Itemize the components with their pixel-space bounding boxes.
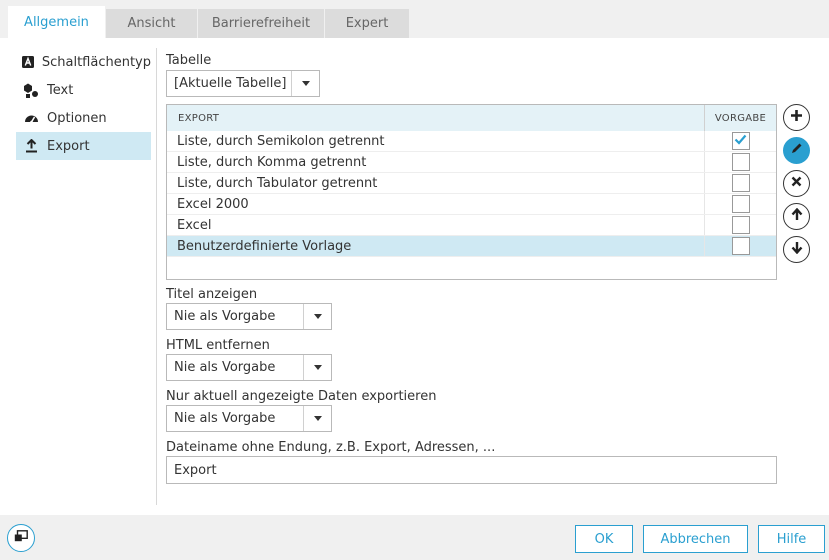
- only-shown-value: Nie als Vorgabe: [174, 411, 276, 426]
- window-icon: [14, 530, 28, 546]
- sidebar-item-label: Export: [47, 138, 90, 154]
- default-cell: [704, 194, 776, 214]
- only-shown-select[interactable]: Nie als Vorgabe: [166, 405, 332, 432]
- tab-allgemein[interactable]: Allgemein: [8, 6, 105, 38]
- default-checkbox[interactable]: [731, 195, 750, 213]
- chevron-down-icon: [303, 355, 331, 380]
- move-down-button[interactable]: [783, 236, 810, 263]
- default-cell: [704, 215, 776, 235]
- add-button[interactable]: [783, 104, 810, 131]
- sidebar-divider: [156, 48, 157, 505]
- chevron-down-icon: [291, 71, 319, 96]
- sidebar-item-text[interactable]: Text: [16, 76, 151, 104]
- default-cell: [704, 131, 776, 151]
- table-row[interactable]: Benutzerdefinierte Vorlage: [167, 236, 776, 257]
- move-up-button[interactable]: [783, 203, 810, 230]
- table-row[interactable]: Liste, durch Tabulator getrennt: [167, 173, 776, 194]
- checkmark-icon: [734, 134, 747, 149]
- shapes-icon: [22, 81, 40, 99]
- chevron-down-icon: [303, 406, 331, 431]
- table-row[interactable]: Excel 2000: [167, 194, 776, 215]
- remove-html-value: Nie als Vorgabe: [174, 360, 276, 375]
- table-select-value: [Aktuelle Tabelle]: [174, 76, 287, 91]
- ok-button[interactable]: OK: [575, 525, 633, 553]
- delete-icon: [791, 176, 802, 191]
- table-row[interactable]: Liste, durch Komma getrennt: [167, 152, 776, 173]
- arrow-down-icon: [791, 241, 803, 258]
- arrow-up-icon: [791, 207, 803, 225]
- export-format-label: Liste, durch Semikolon getrennt: [177, 133, 385, 149]
- default-cell: [704, 152, 776, 172]
- sidebar: Schaltflächentyp Text Optionen Export: [16, 48, 151, 160]
- export-format-label: Excel: [177, 217, 212, 233]
- default-cell: [704, 173, 776, 193]
- edit-icon: [790, 142, 803, 159]
- window-toggle-button[interactable]: [7, 524, 35, 552]
- add-icon: [790, 109, 803, 126]
- sidebar-item-schaltflaechentyp[interactable]: Schaltflächentyp: [16, 48, 151, 76]
- delete-button[interactable]: [783, 170, 810, 197]
- sidebar-item-label: Text: [47, 82, 74, 98]
- tab-bar: Allgemein Ansicht Barrierefreiheit Exper…: [0, 0, 829, 38]
- edit-button[interactable]: [783, 137, 810, 164]
- export-format-label: Benutzerdefinierte Vorlage: [177, 238, 352, 254]
- table-row[interactable]: Excel: [167, 215, 776, 236]
- default-checkbox[interactable]: [731, 237, 750, 255]
- only-shown-label: Nur aktuell angezeigte Daten exportieren: [166, 389, 437, 404]
- default-checkbox[interactable]: [731, 174, 750, 192]
- export-format-label: Excel 2000: [177, 196, 249, 212]
- grid-header: EXPORT VORGABE: [167, 105, 776, 131]
- column-header-export[interactable]: EXPORT: [167, 113, 704, 124]
- column-header-vorgabe[interactable]: VORGABE: [704, 105, 776, 131]
- tab-ansicht[interactable]: Ansicht: [106, 9, 197, 38]
- table-label: Tabelle: [166, 53, 212, 68]
- sidebar-item-export[interactable]: Export: [16, 132, 151, 160]
- help-button[interactable]: Hilfe: [758, 525, 825, 553]
- sidebar-item-label: Optionen: [47, 110, 107, 126]
- export-grid: EXPORT VORGABE Liste, durch Semikolon ge…: [166, 104, 777, 280]
- show-title-select[interactable]: Nie als Vorgabe: [166, 303, 332, 330]
- chevron-down-icon: [303, 304, 331, 329]
- tab-barrierefreiheit[interactable]: Barrierefreiheit: [198, 9, 324, 38]
- default-cell: [704, 236, 776, 256]
- table-row[interactable]: Liste, durch Semikolon getrennt: [167, 131, 776, 152]
- default-checkbox[interactable]: [731, 153, 750, 171]
- remove-html-label: HTML entfernen: [166, 338, 270, 353]
- upload-icon: [22, 137, 40, 155]
- sidebar-item-optionen[interactable]: Optionen: [16, 104, 151, 132]
- sidebar-item-label: Schaltflächentyp: [41, 54, 151, 70]
- filename-label: Dateiname ohne Endung, z.B. Export, Adre…: [166, 440, 496, 455]
- grid-body: Liste, durch Semikolon getrennt Liste, du…: [167, 131, 776, 257]
- default-checkbox[interactable]: [731, 216, 750, 234]
- gauge-icon: [22, 109, 40, 127]
- show-title-value: Nie als Vorgabe: [174, 309, 276, 324]
- filename-input[interactable]: Export: [166, 456, 777, 484]
- export-format-label: Liste, durch Komma getrennt: [177, 154, 367, 170]
- remove-html-select[interactable]: Nie als Vorgabe: [166, 354, 332, 381]
- tab-expert[interactable]: Expert: [325, 9, 409, 38]
- default-checkbox[interactable]: [731, 132, 750, 150]
- letter-a-icon: [22, 53, 35, 71]
- table-select[interactable]: [Aktuelle Tabelle]: [166, 70, 320, 97]
- show-title-label: Titel anzeigen: [166, 287, 258, 302]
- export-format-label: Liste, durch Tabulator getrennt: [177, 175, 378, 191]
- cancel-button[interactable]: Abbrechen: [643, 525, 748, 553]
